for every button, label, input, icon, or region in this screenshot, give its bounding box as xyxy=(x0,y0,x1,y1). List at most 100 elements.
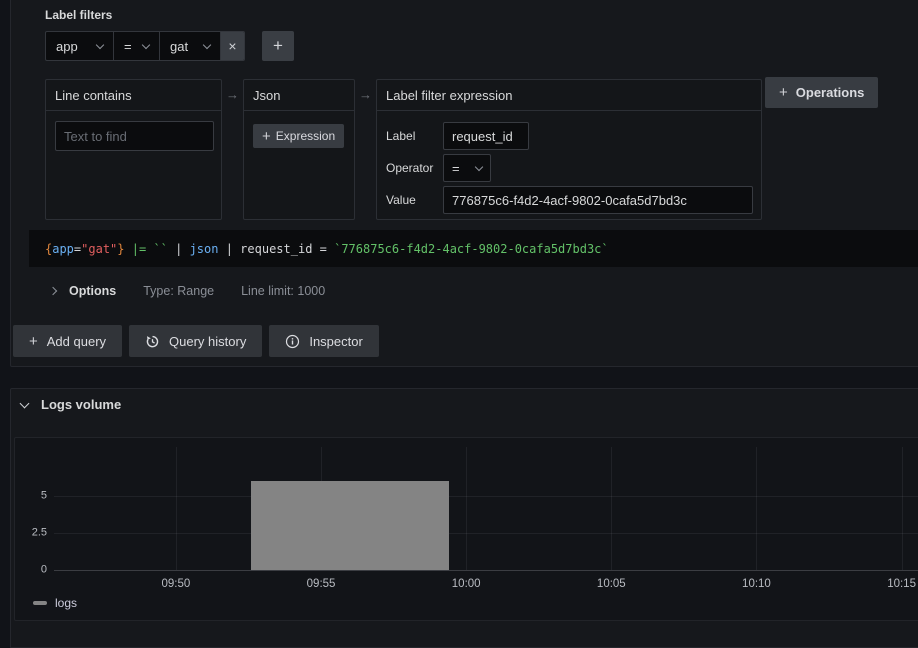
operations-pipeline: Line contains → Json + Expression → Labe… xyxy=(45,79,762,220)
add-label-filter-button[interactable]: + xyxy=(262,31,294,61)
operation-line-contains: Line contains xyxy=(45,79,222,220)
gridline-horizontal xyxy=(54,570,918,571)
pipeline-arrow-icon: → xyxy=(355,79,376,110)
label-filters-title: Label filters xyxy=(45,8,112,22)
value-field-name: Value xyxy=(386,193,443,207)
operation-title: Label filter expression xyxy=(386,88,512,103)
y-axis-labels: 02.55 xyxy=(15,447,47,570)
inspector-button[interactable]: Inspector xyxy=(269,325,378,357)
remove-filter-button[interactable]: × xyxy=(221,32,244,60)
history-icon xyxy=(145,334,160,349)
y-tick-label: 5 xyxy=(41,490,47,501)
gridline-vertical xyxy=(611,447,612,570)
chart-plot-area[interactable] xyxy=(54,447,918,570)
query-token: } xyxy=(117,242,124,256)
query-editor-panel: Label filters app = gat × + xyxy=(10,0,918,367)
plus-icon: + xyxy=(29,333,38,350)
gridline-vertical xyxy=(902,447,903,570)
label-filters-row: app = gat × + xyxy=(45,31,294,61)
value-field-input[interactable] xyxy=(443,186,753,214)
chevron-right-icon xyxy=(49,287,57,295)
query-history-label: Query history xyxy=(169,334,246,349)
query-token: app xyxy=(52,242,74,256)
query-token: |= xyxy=(132,242,146,256)
line-contains-input[interactable] xyxy=(55,121,214,151)
add-query-label: Add query xyxy=(47,334,106,349)
chevron-down-icon xyxy=(96,40,104,48)
add-query-button[interactable]: + Add query xyxy=(13,325,122,357)
chart-legend: logs xyxy=(33,596,77,610)
collapse-chevron-icon[interactable] xyxy=(20,398,30,408)
label-filter-pill: app = gat × xyxy=(45,31,245,61)
operations-button-label: Operations xyxy=(796,85,865,100)
chevron-down-icon xyxy=(203,40,211,48)
operation-header: Json xyxy=(244,80,354,111)
filter-value-value: gat xyxy=(170,39,188,54)
gridline-vertical xyxy=(756,447,757,570)
operation-body: + Expression xyxy=(244,111,354,161)
x-axis-labels: 09:50 09:55 10:00 10:05 10:10 10:15 xyxy=(54,577,918,592)
query-footer-buttons: + Add query Query history Inspector xyxy=(13,325,379,357)
y-tick-label: 0 xyxy=(41,565,47,576)
operation-title: Json xyxy=(253,88,280,103)
plus-icon: + xyxy=(273,36,283,56)
x-tick-label: 10:05 xyxy=(597,579,626,591)
query-token: | xyxy=(168,242,190,256)
add-expression-label: Expression xyxy=(276,129,335,143)
operation-label-filter-expression: Label filter expression Label Operator =… xyxy=(376,79,762,220)
inspector-label: Inspector xyxy=(309,334,362,349)
query-token: | xyxy=(218,242,240,256)
logs-volume-panel: Logs volume 02.55 09:50 09:55 10:00 10:05 10… xyxy=(10,388,918,648)
query-token: json xyxy=(190,242,219,256)
gridline-vertical xyxy=(466,447,467,570)
chevron-down-icon xyxy=(142,40,150,48)
filter-label-select[interactable]: app xyxy=(46,32,114,60)
x-tick-label: 09:55 xyxy=(307,579,336,591)
logs-volume-title: Logs volume xyxy=(41,397,121,412)
label-field-name: Label xyxy=(386,129,443,143)
query-token: `776875c6-f4d2-4acf-9802-0cafa5d7bd3c` xyxy=(334,242,609,256)
operation-body: Label Operator = Value xyxy=(377,111,761,225)
operation-body xyxy=(46,111,221,161)
gridline-horizontal xyxy=(54,533,918,534)
chevron-down-icon xyxy=(475,162,483,170)
query-token: `` xyxy=(153,242,167,256)
query-token: = xyxy=(74,242,81,256)
query-preview-text: {app="gat"} |= `` | json | request_id = … xyxy=(29,230,918,267)
operation-header: Line contains xyxy=(46,80,221,111)
options-line-limit-summary: Line limit: 1000 xyxy=(241,284,325,298)
plus-icon: + xyxy=(262,128,271,145)
x-tick-label: 10:15 xyxy=(887,579,916,591)
x-tick-label: 10:00 xyxy=(452,579,481,591)
options-row: Options Type: Range Line limit: 1000 xyxy=(50,281,325,301)
operation-header: Label filter expression xyxy=(377,80,761,111)
operator-field-name: Operator xyxy=(386,161,443,175)
query-token: "gat" xyxy=(81,242,117,256)
query-history-button[interactable]: Query history xyxy=(129,325,262,357)
operation-title: Line contains xyxy=(55,88,132,103)
plus-icon: + xyxy=(779,84,788,101)
filter-value-select[interactable]: gat xyxy=(160,32,221,60)
label-field-input[interactable] xyxy=(443,122,529,150)
logs-volume-bar[interactable] xyxy=(251,481,448,570)
add-expression-button[interactable]: + Expression xyxy=(253,124,344,148)
filter-operator-value: = xyxy=(124,39,132,54)
gridline-vertical xyxy=(176,447,177,570)
pipeline-arrow-icon: → xyxy=(222,79,243,110)
legend-label[interactable]: logs xyxy=(55,596,77,610)
query-token: request_id = xyxy=(240,242,334,256)
info-icon xyxy=(285,334,300,349)
x-tick-label: 10:10 xyxy=(742,579,771,591)
options-label: Options xyxy=(69,284,116,298)
grafana-explore-page: { "query_editor": { "label_filters_title… xyxy=(0,0,918,632)
query-token: { xyxy=(45,242,52,256)
operator-field-value: = xyxy=(452,161,460,176)
x-tick-label: 09:50 xyxy=(162,579,191,591)
operator-field-select[interactable]: = xyxy=(443,154,491,182)
add-operations-button[interactable]: + Operations xyxy=(765,77,878,108)
logs-volume-chart: 02.55 09:50 09:55 10:00 10:05 10:10 10:15 log… xyxy=(14,437,918,621)
query-token xyxy=(146,242,153,256)
query-token xyxy=(125,242,132,256)
filter-operator-select[interactable]: = xyxy=(114,32,160,60)
options-toggle[interactable]: Options xyxy=(50,284,116,298)
